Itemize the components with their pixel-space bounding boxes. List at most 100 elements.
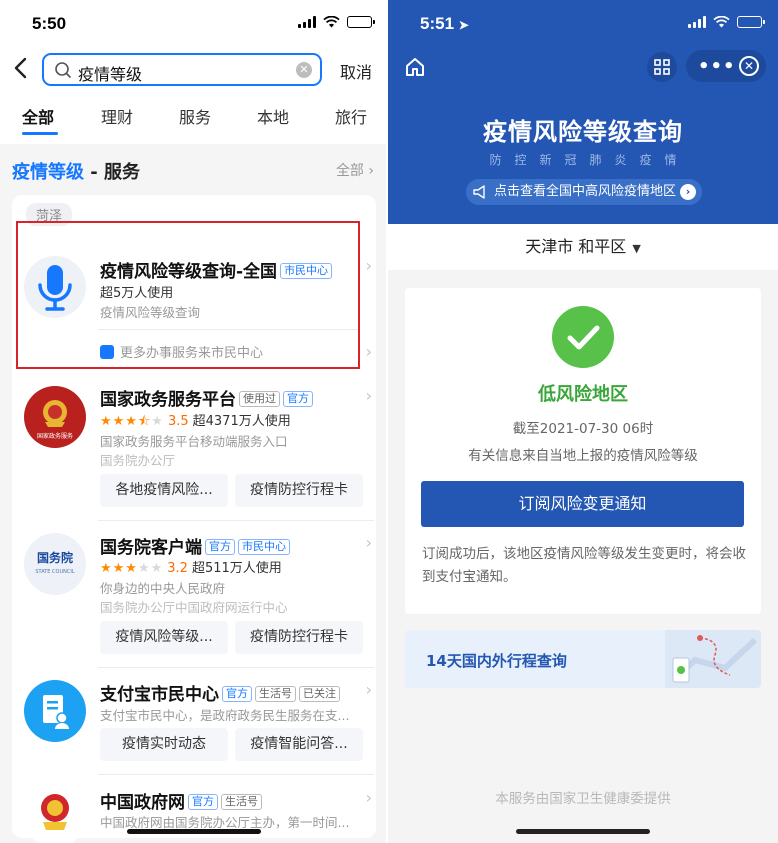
badge: 使用过 — [239, 391, 280, 407]
divider — [98, 520, 374, 521]
chevron-right-icon: › — [365, 788, 372, 807]
scan-button[interactable] — [647, 52, 677, 82]
badge: 官方 — [283, 391, 313, 407]
risk-result-card: 低风险地区 截至2021-07-30 06时 有关信息来自当地上报的疫情风险等级… — [405, 288, 761, 614]
service-shortcut-button[interactable]: 疫情防控行程卡 — [235, 474, 363, 507]
service-shortcut-button[interactable]: 疫情风险等级... — [100, 621, 228, 654]
item-title: 国务院客户端 官方 市民中心 — [100, 533, 290, 558]
status-time: 5:50 — [32, 14, 67, 33]
chevron-right-icon: › — [680, 184, 696, 200]
category-tabs: 全部 理财 服务 本地 旅行 — [0, 94, 388, 144]
item-title: 支付宝市民中心 官方 生活号 已关注 — [100, 680, 340, 705]
status-icons — [298, 16, 375, 28]
item-desc: 国家政务服务平台移动端服务入口 — [100, 434, 288, 449]
caret-down-icon: ▼ — [632, 242, 641, 255]
cancel-button[interactable]: 取消 — [340, 59, 372, 83]
tab-finance[interactable]: 理财 — [101, 104, 133, 128]
tab-services[interactable]: 服务 — [179, 104, 211, 128]
badge: 生活号 — [221, 794, 262, 810]
svg-text:国家政务服务: 国家政务服务 — [37, 432, 73, 440]
high-risk-areas-link[interactable]: 点击查看全国中高风险疫情地区 › — [466, 179, 702, 205]
item-desc: 你身边的中央人民政府 — [100, 581, 226, 596]
chevron-right-icon: › — [365, 386, 372, 405]
service-shortcut-button[interactable]: 疫情防控行程卡 — [235, 621, 363, 654]
left-phone-screen: 5:50 疫情等级 ✕ 取消 全部 理财 服务 本地 旅行 疫情等级 - 服务 … — [0, 0, 388, 843]
badge: 官方 — [222, 686, 252, 702]
status-bar: 5:50 — [0, 0, 388, 44]
wifi-icon — [713, 16, 730, 28]
badge: 官方 — [188, 794, 218, 810]
subscribe-description: 订阅成功后，该地区疫情风险等级发生变更时，将会收到支付宝通知。 — [422, 546, 746, 585]
chevron-right-icon: › — [365, 680, 372, 699]
tab-local[interactable]: 本地 — [257, 104, 289, 128]
provider-footer: 本服务由国家卫生健康委提供 — [495, 791, 671, 807]
chevron-right-icon: › — [365, 533, 372, 552]
risk-level: 低风险地区 — [538, 384, 628, 405]
service-shortcut-button[interactable]: 各地疫情风险... — [100, 474, 228, 507]
service-shortcut-button[interactable]: 疫情实时动态 — [100, 728, 228, 761]
scan-icon — [654, 59, 670, 75]
badge: 市民中心 — [238, 539, 290, 555]
back-arrow-icon[interactable] — [12, 57, 30, 79]
item-org: 国务院办公厅中国政府网运行中心 — [100, 600, 288, 615]
search-icon — [55, 62, 71, 78]
rating-stars: ★★★⯪★ — [100, 414, 164, 429]
badge: 生活号 — [255, 686, 296, 702]
as-of-time: 截至2021-07-30 06时 — [512, 421, 654, 437]
national-emblem-logo-icon: 国家政务服务 — [24, 386, 86, 448]
page-title: 疫情风险等级查询 — [483, 118, 683, 146]
item-org: 国务院办公厅 — [100, 453, 176, 468]
subscribe-button[interactable]: 订阅风险变更通知 — [421, 481, 744, 527]
hero-header: 5:51 ➤ ••• ✕ 疫情风险等级查询 防控新冠肺炎疫情 点击查看全国中高风… — [388, 0, 778, 224]
citizen-center-logo-icon — [24, 680, 86, 742]
svg-text:国务院: 国务院 — [37, 550, 73, 565]
clear-icon[interactable]: ✕ — [296, 62, 312, 78]
tab-all[interactable]: 全部 — [22, 104, 54, 128]
miniapp-capsule: ••• ✕ — [686, 50, 766, 82]
service-shortcut-button[interactable]: 疫情智能问答... — [235, 728, 363, 761]
home-indicator — [516, 829, 650, 834]
home-indicator — [127, 829, 261, 834]
chevron-right-icon: › — [365, 256, 372, 275]
search-query: 疫情等级 — [78, 65, 143, 84]
section-title: 疫情等级 - 服务 — [12, 162, 141, 183]
chevron-right-icon: › — [365, 342, 372, 361]
svg-text:STATE COUNCIL: STATE COUNCIL — [35, 569, 74, 575]
close-icon[interactable]: ✕ — [739, 56, 759, 76]
state-council-logo-icon: 国务院 STATE COUNCIL — [24, 533, 86, 595]
check-icon — [552, 306, 614, 368]
divider — [98, 774, 374, 775]
highlight-box — [16, 221, 360, 369]
trip-query-banner[interactable]: 14天国内外行程查询 — [405, 630, 761, 688]
more-icon[interactable]: ••• — [698, 56, 736, 77]
home-icon[interactable] — [404, 56, 426, 78]
map-illustration-icon — [665, 630, 761, 688]
status-bar: 5:51 ➤ — [388, 0, 778, 44]
active-tab-indicator — [22, 132, 58, 135]
badge: 已关注 — [299, 686, 340, 702]
badge: 官方 — [205, 539, 235, 555]
trip-query-label: 14天国内外行程查询 — [426, 652, 567, 670]
wifi-icon — [323, 16, 340, 28]
battery-icon — [737, 16, 765, 28]
search-input[interactable]: 疫情等级 ✕ — [42, 53, 322, 86]
data-source-note: 有关信息来自当地上报的疫情风险等级 — [468, 448, 698, 464]
status-icons — [688, 16, 765, 28]
section-all-link[interactable]: 全部 › — [336, 160, 374, 180]
tab-travel[interactable]: 旅行 — [335, 104, 367, 128]
divider — [98, 667, 374, 668]
item-rating: ★★★★★ 3.2 超511万人使用 — [100, 561, 282, 576]
right-phone-screen: 5:51 ➤ ••• ✕ 疫情风险等级查询 防控新冠肺炎疫情 点击查看全国中高风… — [388, 0, 778, 843]
item-title: 国家政务服务平台 使用过 官方 — [100, 385, 313, 410]
location-arrow-icon: ➤ — [458, 18, 469, 32]
page-subtitle: 防控新冠肺炎疫情 — [489, 153, 690, 167]
megaphone-icon — [473, 185, 485, 199]
city-selector[interactable]: 天津市 和平区 ▼ — [388, 224, 778, 270]
item-desc: 支付宝市民中心，是政府政务民生服务在支... — [100, 708, 350, 723]
signal-icon — [688, 16, 706, 28]
item-title: 中国政府网 官方 生活号 — [100, 788, 262, 813]
signal-icon — [298, 16, 316, 28]
battery-icon — [347, 16, 375, 28]
rating-stars: ★★★★★ — [100, 561, 164, 576]
national-emblem-logo-icon — [24, 786, 86, 843]
